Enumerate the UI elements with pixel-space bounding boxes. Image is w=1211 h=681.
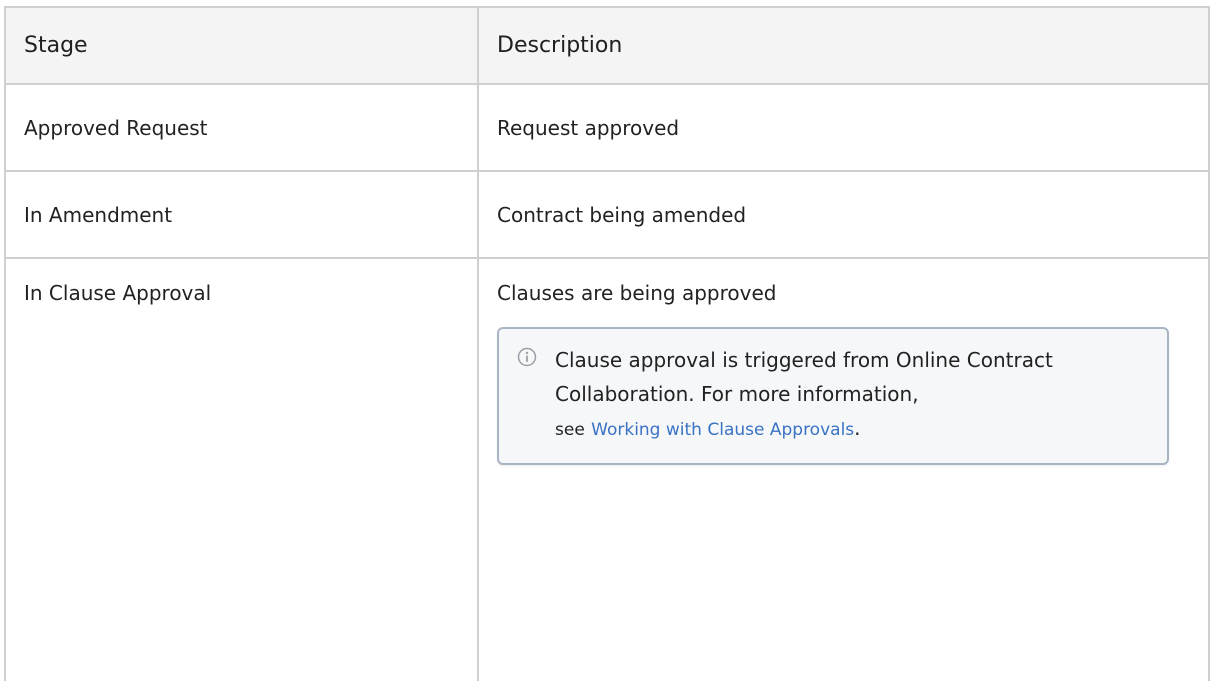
see-label: see xyxy=(555,420,585,440)
description-cell: Request approved xyxy=(477,83,1210,172)
description-text: Clauses are being approved xyxy=(497,281,777,305)
info-message: Clause approval is triggered from Online… xyxy=(555,348,1053,406)
header-stage: Stage xyxy=(4,6,479,85)
table-row: Approved Request Request approved xyxy=(4,83,1210,172)
working-with-clause-approvals-link[interactable]: Working with Clause Approvals xyxy=(591,420,854,440)
stage-cell: In Clause Approval xyxy=(4,257,479,681)
info-text: Clause approval is triggered from Online… xyxy=(555,343,1149,447)
info-icon xyxy=(517,347,537,367)
description-cell: Contract being amended xyxy=(477,170,1210,259)
table-row: In Amendment Contract being amended xyxy=(4,170,1210,259)
stage-cell: In Amendment xyxy=(4,170,479,259)
info-panel: Clause approval is triggered from Online… xyxy=(497,327,1169,465)
table-row: In Clause Approval Clauses are being app… xyxy=(4,257,1210,681)
stage-cell: Approved Request xyxy=(4,83,479,172)
table-header-row: Stage Description xyxy=(4,6,1210,85)
description-cell: Clauses are being approved Clause approv… xyxy=(477,257,1210,681)
stage-text: In Clause Approval xyxy=(24,281,212,305)
header-description: Description xyxy=(477,6,1210,85)
stage-table: Stage Description Approved Request Reque… xyxy=(4,6,1210,681)
info-trailing: . xyxy=(854,416,861,440)
